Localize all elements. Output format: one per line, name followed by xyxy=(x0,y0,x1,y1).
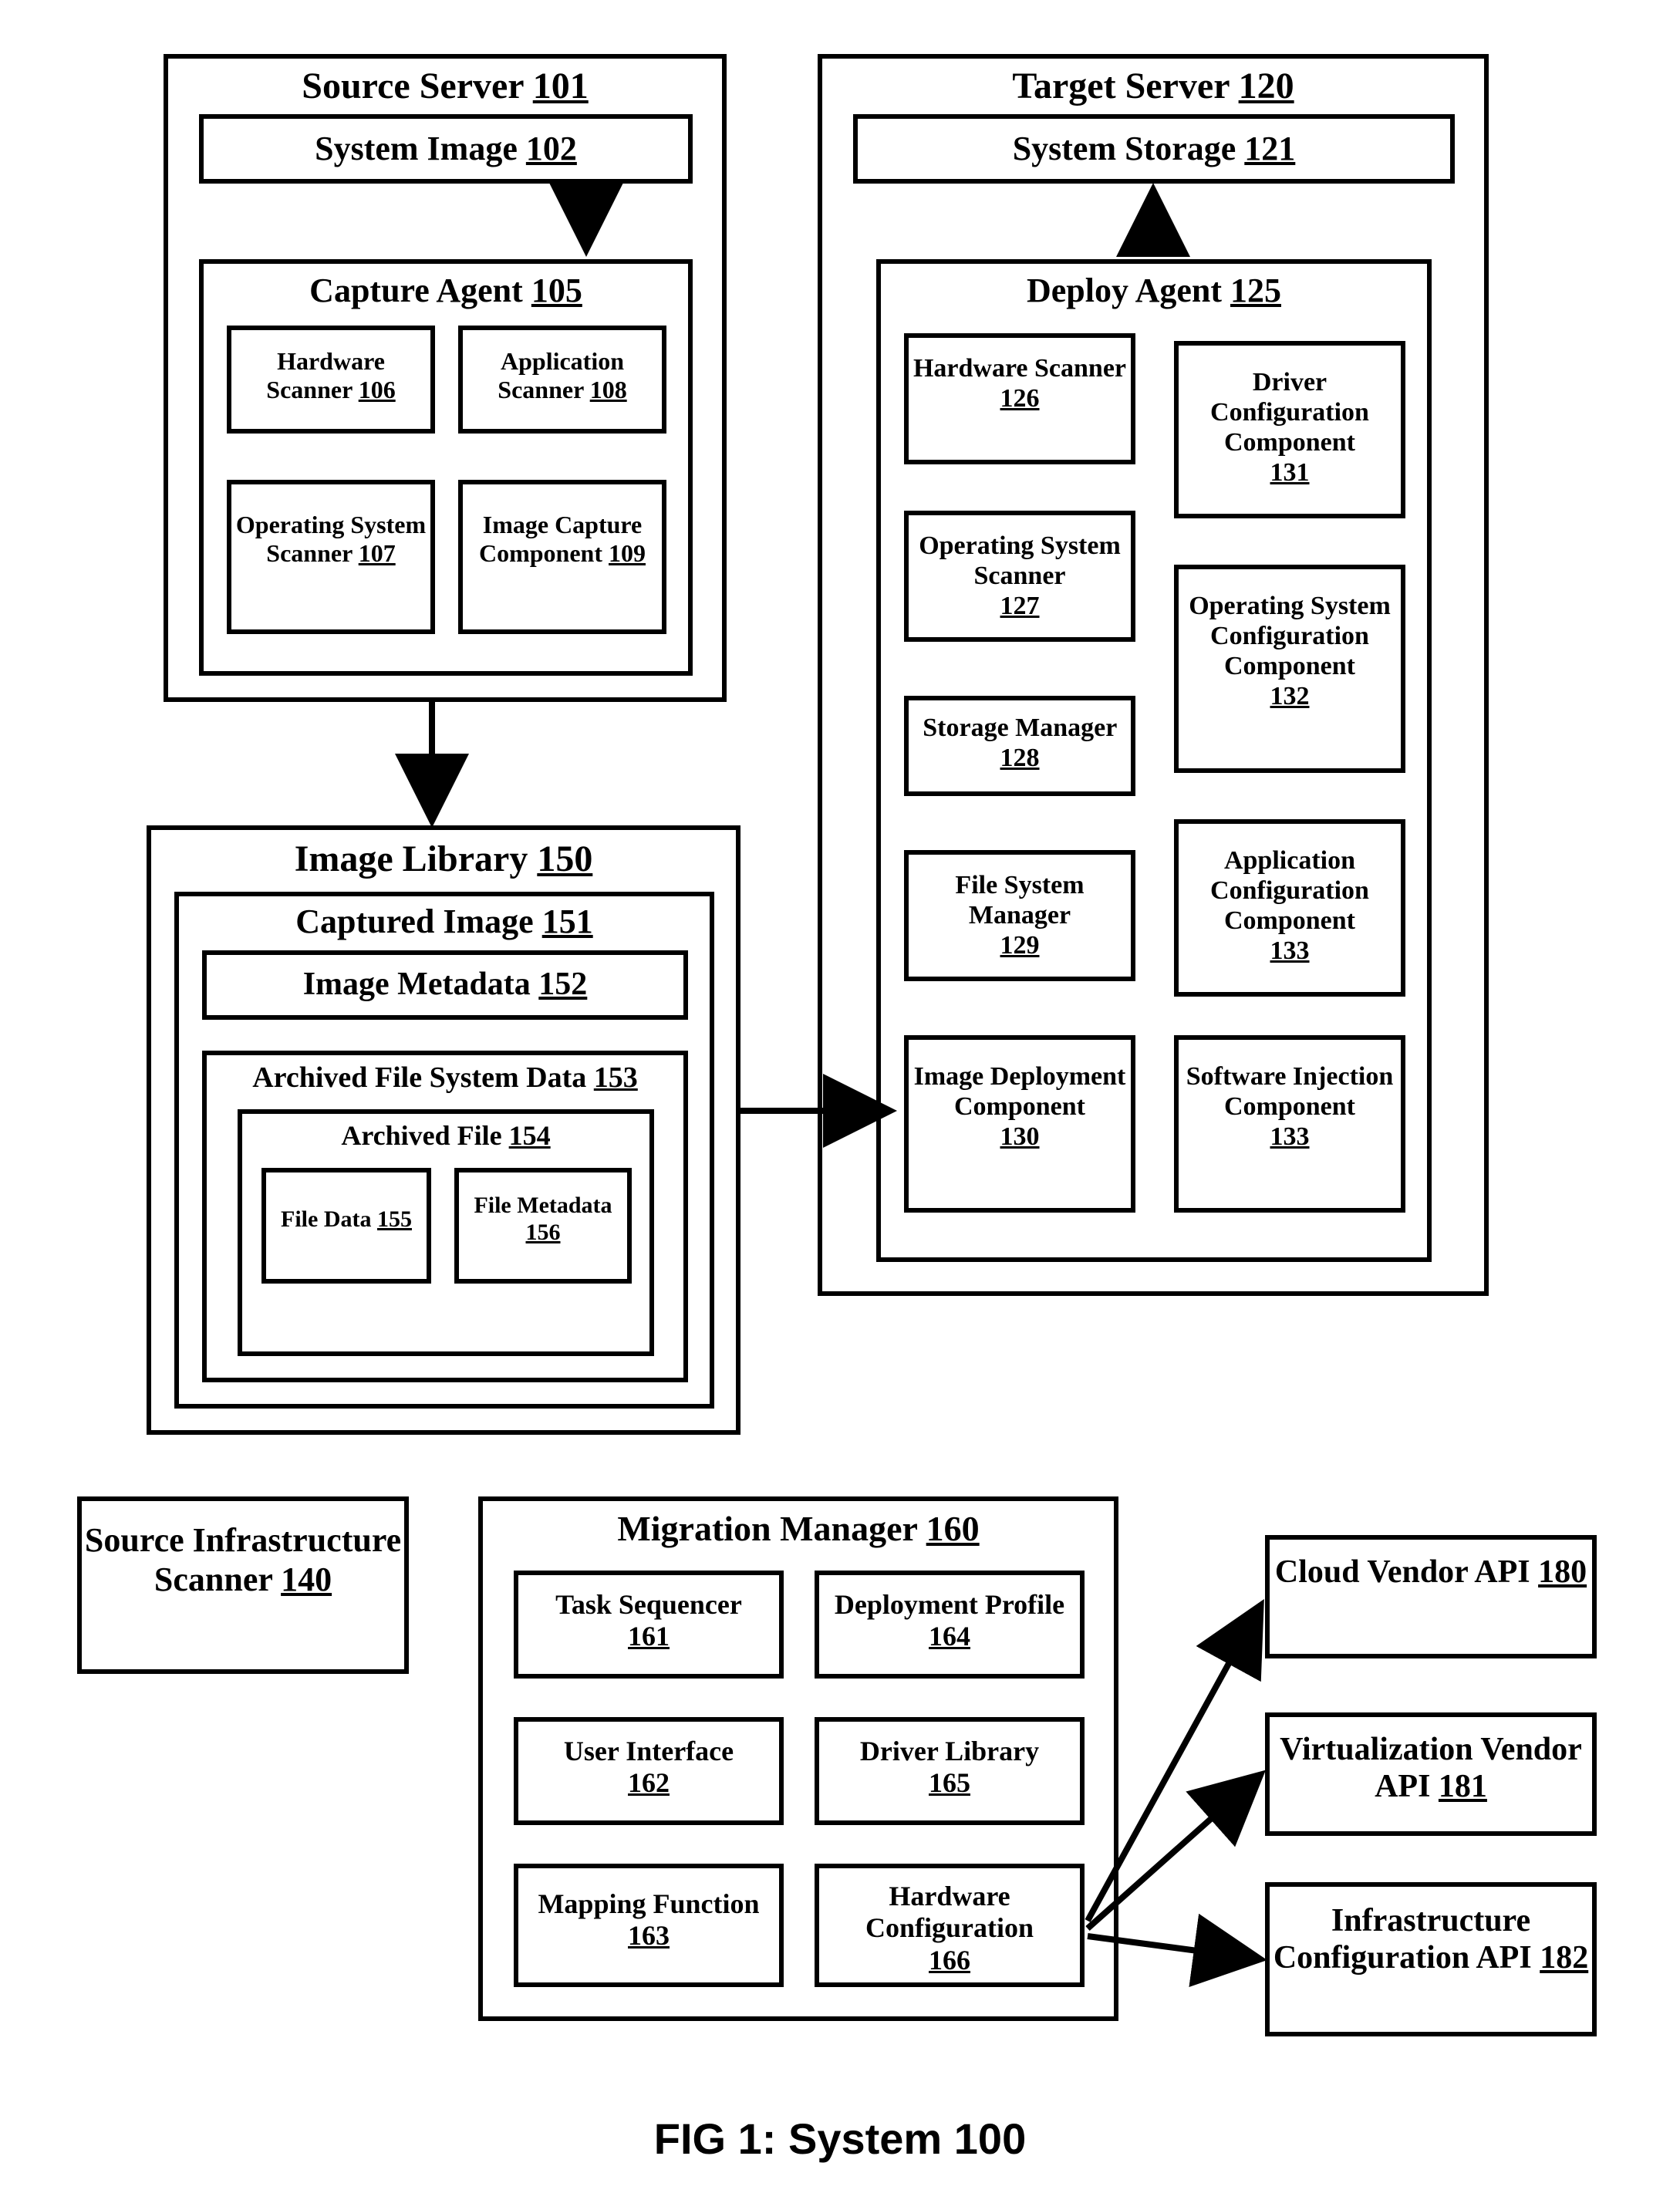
application-scanner-108-box: Application Scanner 108 xyxy=(458,326,666,434)
target-server-box: Target Server 120 System Storage 121 Dep… xyxy=(818,54,1489,1296)
task-seq-label: Task Sequencer161 xyxy=(518,1589,779,1653)
task-seq-box: Task Sequencer161 xyxy=(514,1571,784,1679)
migration-manager-box: Migration Manager 160 Task Sequencer161 … xyxy=(478,1496,1118,2021)
driver-library-label: Driver Library165 xyxy=(819,1736,1080,1800)
image-library-title: Image Library 150 xyxy=(151,838,736,880)
image-deploy-130-box: Image Deployment Component130 xyxy=(904,1035,1135,1213)
mapping-fn-label: Mapping Function 163 xyxy=(518,1888,779,1952)
fs-manager-129-label: File System Manager129 xyxy=(909,870,1131,960)
os-cfg-132-box: Operating System Configuration Component… xyxy=(1174,565,1405,773)
hardware-scanner-126-label: Hardware Scanner126 xyxy=(909,353,1131,413)
app-cfg-133-label: Application Configuration Component133 xyxy=(1179,845,1401,966)
mapping-fn-box: Mapping Function 163 xyxy=(514,1864,784,1987)
image-library-box: Image Library 150 Captured Image 151 Ima… xyxy=(147,825,740,1435)
storage-manager-128-label: Storage Manager 128 xyxy=(909,713,1131,773)
infra-api-title: Infrastructure Configuration API 182 xyxy=(1270,1902,1592,1977)
archived-file-box: Archived File 154 File Data 155 File Met… xyxy=(238,1109,654,1356)
system-image-box: System Image 102 xyxy=(199,114,693,184)
deployment-profile-box: Deployment Profile 164 xyxy=(815,1571,1085,1679)
image-capture-109-box: Image Capture Component 109 xyxy=(458,480,666,634)
os-scanner-107-box: Operating System Scanner 107 xyxy=(227,480,435,634)
os-scanner-127-label: Operating System Scanner127 xyxy=(909,531,1131,621)
os-scanner-127-box: Operating System Scanner127 xyxy=(904,511,1135,642)
driver-cfg-131-label: Driver Configuration Component131 xyxy=(1179,367,1401,488)
system-storage-box: System Storage 121 xyxy=(853,114,1455,184)
figure-caption: FIG 1: System 100 xyxy=(0,2114,1680,2164)
user-interface-box: User Interface162 xyxy=(514,1717,784,1825)
captured-image-box: Captured Image 151 Image Metadata 152 Ar… xyxy=(174,892,714,1409)
file-data-label: File Data 155 xyxy=(266,1206,427,1233)
hardware-scanner-106-label: Hardware Scanner 106 xyxy=(231,347,430,404)
virt-api-box: Virtualization Vendor API 181 xyxy=(1265,1712,1597,1836)
file-metadata-box: File Metadata156 xyxy=(454,1168,632,1284)
image-capture-109-label: Image Capture Component 109 xyxy=(463,511,662,568)
hardware-scanner-126-box: Hardware Scanner126 xyxy=(904,333,1135,464)
os-cfg-132-label: Operating System Configuration Component… xyxy=(1179,591,1401,711)
image-metadata-box: Image Metadata 152 xyxy=(202,950,688,1020)
source-server-box: Source Server 101 System Image 102 Captu… xyxy=(164,54,727,702)
archived-file-title: Archived File 154 xyxy=(242,1120,649,1152)
deploy-agent-title: Deploy Agent 125 xyxy=(881,272,1427,311)
deploy-agent-box: Deploy Agent 125 Hardware Scanner126 Ope… xyxy=(876,259,1432,1262)
captured-image-title: Captured Image 151 xyxy=(179,903,710,942)
deployment-profile-label: Deployment Profile 164 xyxy=(819,1589,1080,1653)
capture-agent-title: Capture Agent 105 xyxy=(204,272,688,311)
migration-manager-title: Migration Manager 160 xyxy=(483,1509,1114,1550)
system-storage-title: System Storage 121 xyxy=(858,130,1450,169)
archived-fsd-box: Archived File System Data 153 Archived F… xyxy=(202,1051,688,1382)
archived-fsd-title: Archived File System Data 153 xyxy=(207,1061,683,1095)
capture-agent-box: Capture Agent 105 Hardware Scanner 106 A… xyxy=(199,259,693,676)
source-infra-scanner-title: Source Infrastructure Scanner 140 xyxy=(82,1521,404,1599)
file-data-box: File Data 155 xyxy=(261,1168,431,1284)
hw-cfg-box: Hardware Configuration166 xyxy=(815,1864,1085,1987)
image-deploy-130-label: Image Deployment Component130 xyxy=(909,1061,1131,1152)
os-scanner-107-label: Operating System Scanner 107 xyxy=(231,511,430,568)
driver-library-box: Driver Library165 xyxy=(815,1717,1085,1825)
target-server-title: Target Server 120 xyxy=(822,65,1484,107)
image-metadata-title: Image Metadata 152 xyxy=(207,966,683,1003)
source-infra-scanner-box: Source Infrastructure Scanner 140 xyxy=(77,1496,409,1674)
system-image-title: System Image 102 xyxy=(204,130,688,169)
source-server-title: Source Server 101 xyxy=(168,65,722,107)
fs-manager-129-box: File System Manager129 xyxy=(904,850,1135,981)
cloud-api-box: Cloud Vendor API 180 xyxy=(1265,1535,1597,1658)
file-metadata-label: File Metadata156 xyxy=(459,1193,627,1246)
infra-api-box: Infrastructure Configuration API 182 xyxy=(1265,1882,1597,2036)
application-scanner-108-label: Application Scanner 108 xyxy=(463,347,662,404)
diagram-page: Source Server 101 System Image 102 Captu… xyxy=(0,0,1680,2210)
cloud-api-title: Cloud Vendor API 180 xyxy=(1270,1554,1592,1591)
sw-inj-133-label: Software Injection Component133 xyxy=(1179,1061,1401,1152)
sw-inj-133-box: Software Injection Component133 xyxy=(1174,1035,1405,1213)
driver-cfg-131-box: Driver Configuration Component131 xyxy=(1174,341,1405,518)
user-interface-label: User Interface162 xyxy=(518,1736,779,1800)
hw-cfg-label: Hardware Configuration166 xyxy=(819,1881,1080,1976)
storage-manager-128-box: Storage Manager 128 xyxy=(904,696,1135,796)
app-cfg-133-box: Application Configuration Component133 xyxy=(1174,819,1405,997)
virt-api-title: Virtualization Vendor API 181 xyxy=(1270,1731,1592,1806)
hardware-scanner-106-box: Hardware Scanner 106 xyxy=(227,326,435,434)
